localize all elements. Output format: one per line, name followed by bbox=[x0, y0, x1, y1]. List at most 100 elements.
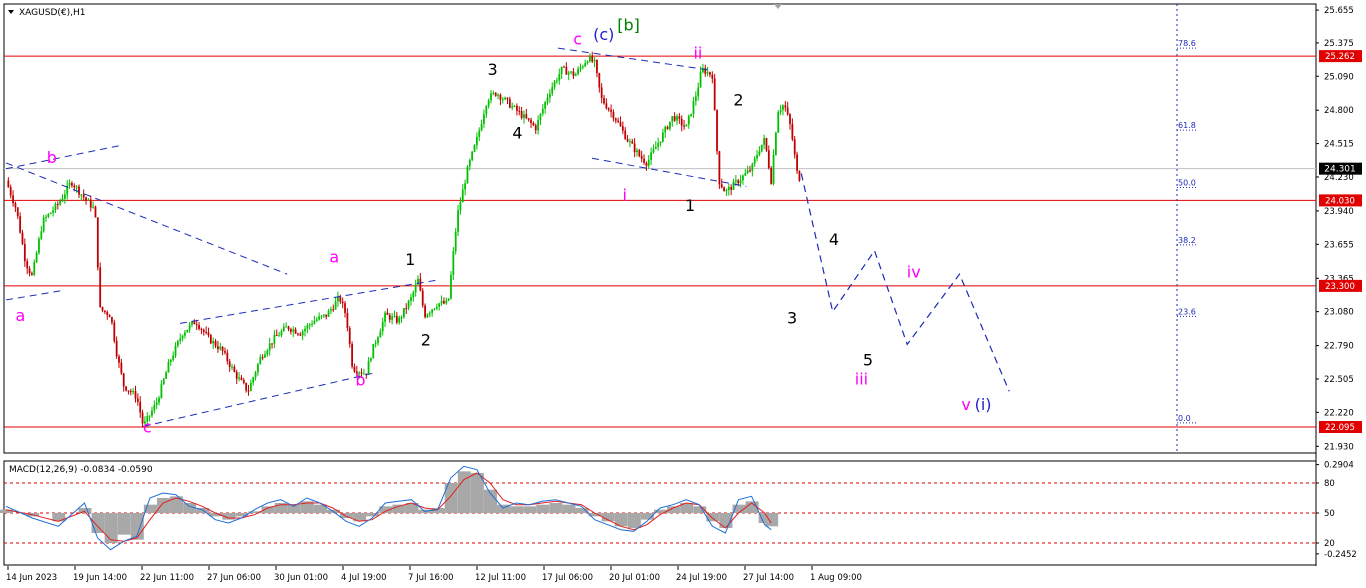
wave-label: i bbox=[622, 185, 626, 204]
price-candle-body bbox=[544, 102, 547, 109]
price-candle-body bbox=[351, 344, 353, 367]
price-candle-body bbox=[506, 97, 509, 100]
price-candle-body bbox=[466, 166, 469, 184]
price-candle-body bbox=[238, 377, 240, 379]
price-candle-body bbox=[742, 175, 744, 181]
wave-label: 4 bbox=[512, 123, 522, 142]
price-candle-body bbox=[770, 167, 773, 184]
price-candle-body bbox=[650, 152, 653, 160]
price-candle-body bbox=[59, 201, 62, 205]
price-candle-body bbox=[151, 410, 153, 416]
price-candle-body bbox=[115, 340, 118, 357]
price-candle-body bbox=[513, 105, 516, 107]
symbol-header[interactable]: XAGUSD(€),H1 bbox=[8, 8, 85, 18]
price-candle-body bbox=[381, 321, 384, 332]
price-candle-body bbox=[108, 315, 111, 318]
price-candle-body bbox=[579, 67, 582, 70]
price-candle-body bbox=[127, 390, 130, 392]
price-chart[interactable]: 78.6 61.8 50.0 38.2 23.6 0.0 b a c a b 1 2 3 4 c (c) [b]… bbox=[0, 0, 1366, 588]
price-candle-body bbox=[565, 66, 568, 75]
price-candle-body bbox=[603, 97, 605, 104]
price-candle-body bbox=[508, 99, 511, 108]
price-candle-body bbox=[638, 150, 641, 156]
price-candle-body bbox=[266, 350, 269, 355]
time-tick-label: 27 Jul 14:00 bbox=[743, 573, 794, 583]
price-candle-body bbox=[584, 63, 587, 67]
price-candle-body bbox=[219, 346, 222, 350]
time-tick-label: 27 Jun 06:00 bbox=[207, 573, 261, 583]
price-candle-body bbox=[727, 186, 730, 191]
price-candle-body bbox=[136, 398, 139, 402]
price-candle-body bbox=[588, 55, 591, 62]
price-candle-body bbox=[304, 328, 306, 332]
main-pane[interactable] bbox=[3, 3, 1317, 454]
wave-label: b bbox=[355, 370, 365, 389]
wave-label: 3 bbox=[787, 308, 797, 327]
macd-histogram-bar bbox=[117, 513, 131, 535]
price-candle-body bbox=[647, 159, 650, 166]
fib-level-label: 61.8 bbox=[1178, 121, 1196, 130]
price-candle-body bbox=[200, 328, 203, 330]
wave-label: v bbox=[961, 395, 970, 414]
price-candle-body bbox=[676, 116, 678, 121]
price-candle-body bbox=[21, 232, 24, 244]
fib-level-label: 50.0 bbox=[1178, 179, 1196, 188]
price-candle-body bbox=[181, 335, 184, 339]
price-candle-body bbox=[652, 149, 655, 153]
price-candle-body bbox=[501, 99, 504, 101]
price-candle-body bbox=[259, 357, 262, 365]
price-candle-body bbox=[231, 366, 233, 368]
price-candle-body bbox=[271, 343, 273, 345]
price-candle-body bbox=[273, 334, 276, 344]
price-candle-body bbox=[763, 138, 766, 145]
price-candle-body bbox=[756, 154, 758, 159]
price-candle-body bbox=[556, 80, 558, 82]
macd-tick-label: 50 bbox=[1324, 509, 1335, 519]
wave-label: 5 bbox=[863, 351, 873, 370]
price-candle-body bbox=[334, 301, 337, 310]
price-candle-body bbox=[784, 105, 787, 108]
price-candle-body bbox=[268, 343, 271, 351]
price-candle-body bbox=[636, 150, 638, 153]
price-candle-body bbox=[450, 274, 452, 299]
wave-label: c bbox=[573, 30, 582, 49]
price-candle-body bbox=[96, 217, 99, 268]
price-candle-body bbox=[673, 116, 676, 121]
price-candle-body bbox=[155, 402, 158, 405]
price-candle-body bbox=[330, 309, 332, 311]
price-candle-body bbox=[301, 331, 304, 336]
price-candle-body bbox=[322, 314, 325, 316]
wave-label: c bbox=[143, 417, 152, 436]
chart-window[interactable]: 78.6 61.8 50.0 38.2 23.6 0.0 b a c a b 1 2 3 4 c (c) [b]… bbox=[0, 0, 1366, 588]
time-tick-label: 19 Jun 14:00 bbox=[73, 573, 127, 583]
price-candle-body bbox=[33, 262, 36, 275]
price-candle-body bbox=[777, 111, 780, 133]
price-candle-body bbox=[798, 170, 801, 181]
fib-level-label: 0.0 bbox=[1178, 414, 1191, 423]
price-candle-body bbox=[384, 312, 386, 322]
time-tick-label: 17 Jul 06:00 bbox=[542, 573, 593, 583]
price-candle-body bbox=[205, 331, 208, 333]
price-candle-body bbox=[111, 317, 113, 323]
price-candle-body bbox=[671, 116, 674, 122]
price-candle-body bbox=[9, 187, 12, 196]
price-candle-body bbox=[172, 355, 175, 360]
price-candle-body bbox=[221, 346, 224, 352]
price-candle-body bbox=[553, 81, 556, 88]
price-candle-body bbox=[600, 87, 603, 98]
price-candle-body bbox=[690, 113, 693, 116]
price-candle-body bbox=[294, 329, 297, 334]
price-candle-body bbox=[619, 122, 622, 127]
price-candle-body bbox=[497, 94, 499, 96]
price-candle-body bbox=[186, 329, 189, 333]
wave-label: [b] bbox=[617, 16, 640, 35]
price-tick-label: 22.505 bbox=[1324, 375, 1354, 385]
price-candle-body bbox=[657, 143, 660, 147]
price-candle-body bbox=[122, 373, 125, 387]
price-candle-body bbox=[54, 203, 57, 211]
price-candle-body bbox=[235, 371, 238, 379]
price-candle-body bbox=[42, 217, 45, 232]
price-candle-body bbox=[541, 108, 544, 114]
price-candle-body bbox=[732, 181, 735, 190]
price-candle-body bbox=[789, 114, 791, 124]
